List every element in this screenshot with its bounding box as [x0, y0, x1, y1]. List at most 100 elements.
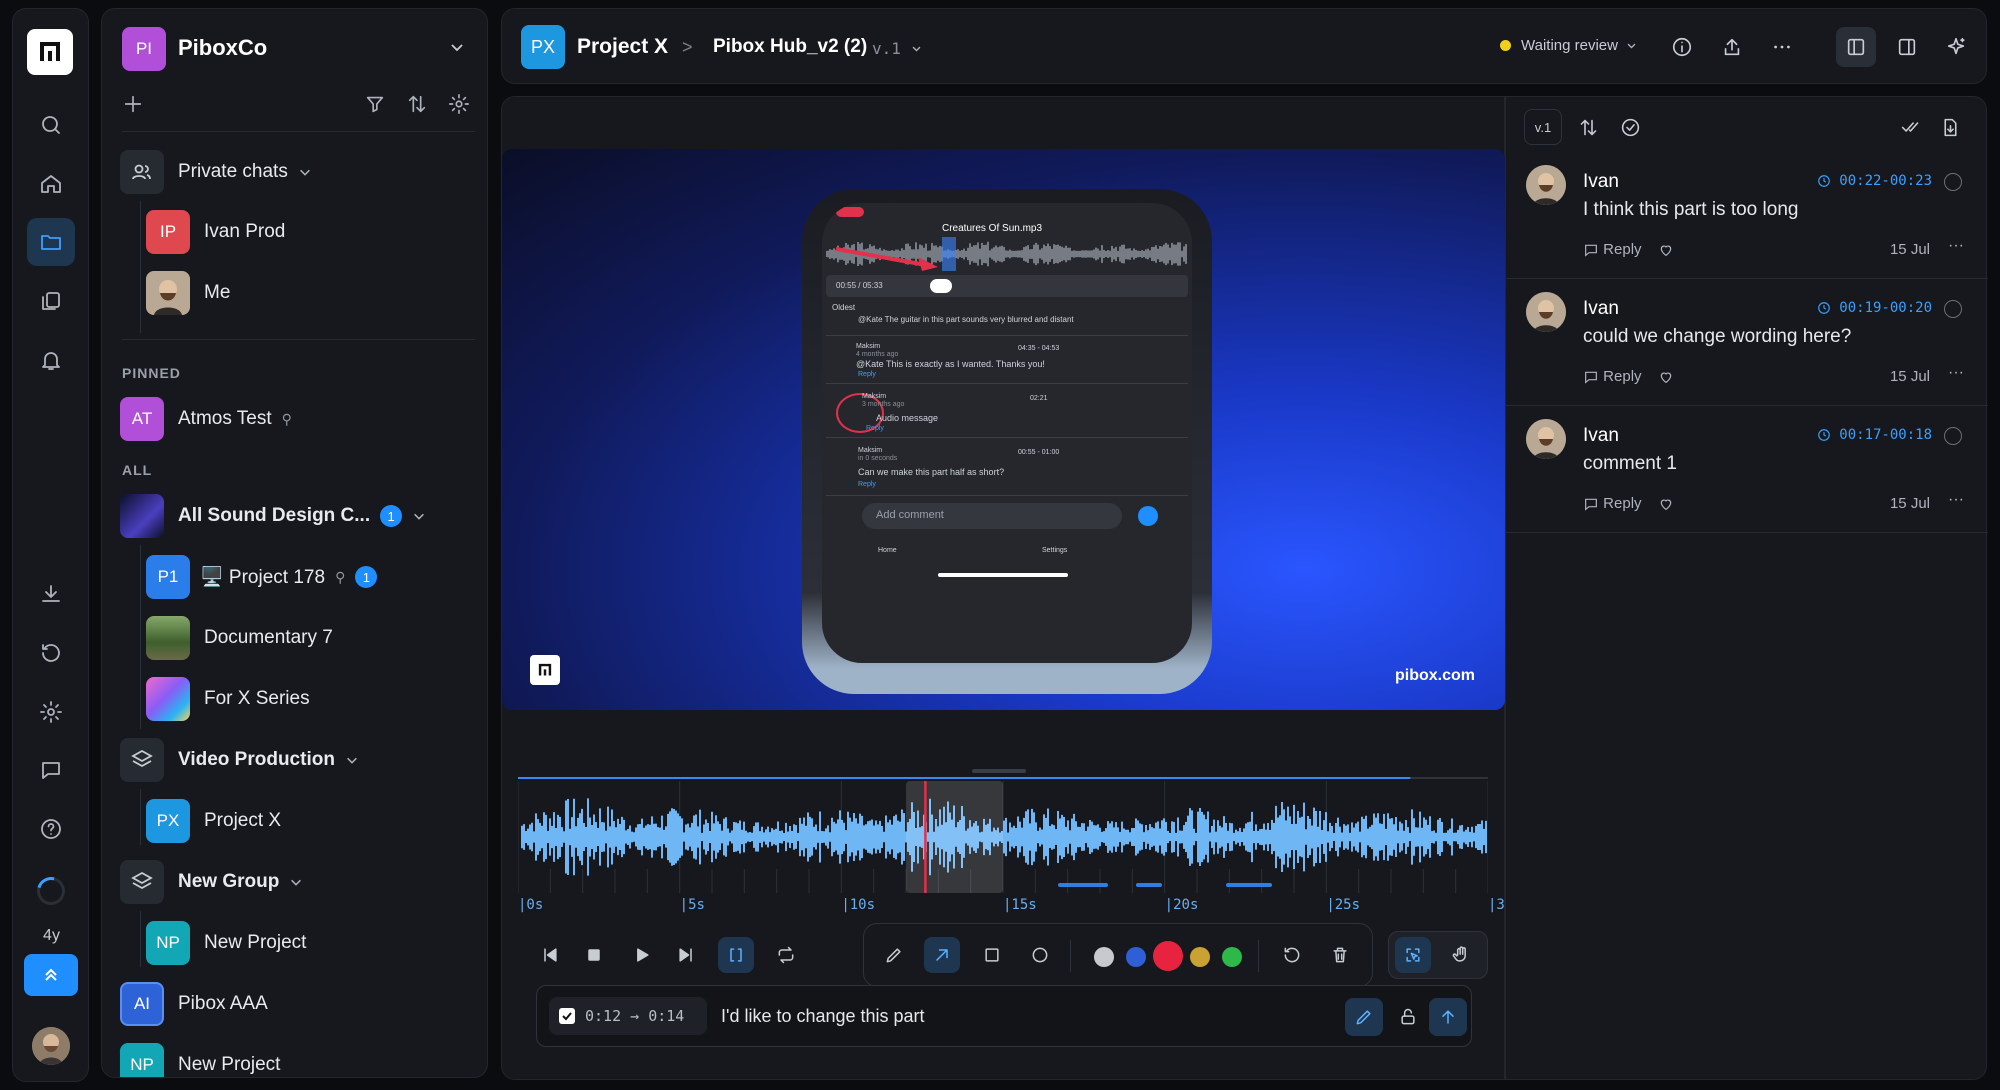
breadcrumb-file[interactable]: Pibox Hub_v2 (2): [713, 36, 867, 58]
more-icon[interactable]: ···: [1948, 364, 1964, 382]
color-swatch-green[interactable]: [1222, 947, 1242, 967]
group-all-sound-design[interactable]: All Sound Design C... 1: [120, 490, 475, 542]
color-swatch-yellow[interactable]: [1190, 947, 1210, 967]
comment-timecode[interactable]: 00:22-00:23: [1817, 173, 1932, 189]
share-icon[interactable]: [1712, 27, 1752, 67]
sidebar-item-me[interactable]: Me: [146, 267, 475, 319]
settings-icon[interactable]: [27, 688, 75, 736]
stop-icon[interactable]: [576, 937, 612, 973]
reply-button[interactable]: Reply: [1583, 241, 1674, 258]
sidebar-item-ivan-prod[interactable]: IP Ivan Prod: [146, 206, 475, 258]
resolve-circle-icon[interactable]: [1944, 427, 1962, 445]
double-check-icon[interactable]: [1896, 113, 1924, 141]
status-dropdown[interactable]: Waiting review: [1500, 37, 1637, 54]
lock-icon[interactable]: [1389, 998, 1427, 1036]
gear-icon[interactable]: [448, 93, 470, 120]
sidebar-item-documentary-7[interactable]: Documentary 7: [146, 612, 475, 664]
group-new-group[interactable]: New Group: [120, 856, 475, 908]
users-icon: [120, 150, 164, 194]
sidebar-item-project-178[interactable]: P1 🖥️ Project 178 ⚲ 1: [146, 551, 475, 603]
collapse-up-button[interactable]: [24, 954, 78, 996]
plus-icon[interactable]: [122, 93, 144, 120]
chevron-down-icon[interactable]: [289, 875, 303, 889]
color-swatch-blue[interactable]: [1126, 947, 1146, 967]
circle-icon[interactable]: [1022, 937, 1058, 973]
resolve-circle-icon[interactable]: [1944, 300, 1962, 318]
rectangle-icon[interactable]: [974, 937, 1010, 973]
comment-input[interactable]: I'd like to change this part: [721, 1006, 925, 1027]
info-icon[interactable]: [1662, 27, 1702, 67]
breadcrumb-project[interactable]: Project X: [577, 35, 668, 59]
sort-icon[interactable]: [406, 93, 428, 120]
reply-button[interactable]: Reply: [1583, 495, 1674, 512]
chevron-down-icon[interactable]: [345, 753, 359, 767]
loop-icon[interactable]: [768, 937, 804, 973]
play-icon[interactable]: [624, 937, 660, 973]
folder-icon[interactable]: [27, 218, 75, 266]
more-icon[interactable]: ···: [1948, 491, 1964, 509]
sidebar-item-new-project-2[interactable]: NP New Project: [120, 1039, 475, 1077]
workspace-name[interactable]: PiboxCo: [178, 35, 267, 61]
pencil-icon[interactable]: [876, 937, 912, 973]
chat-icon[interactable]: [27, 746, 75, 794]
color-swatch-red[interactable]: [1153, 941, 1183, 971]
comment-timecode[interactable]: 00:19-00:20: [1817, 300, 1932, 316]
sparkles-icon[interactable]: [1936, 27, 1976, 67]
timeline-tick-label: |10s: [841, 897, 876, 913]
copy-icon[interactable]: [27, 277, 75, 325]
help-icon[interactable]: [27, 805, 75, 853]
range-select-icon[interactable]: [718, 937, 754, 973]
filter-icon[interactable]: [364, 93, 386, 120]
comment-item[interactable]: Ivan 00:19-00:20 could we change wording…: [1506, 280, 1988, 406]
version-filter[interactable]: v.1: [1524, 109, 1562, 145]
hand-icon[interactable]: [1443, 937, 1479, 973]
home-icon[interactable]: [27, 160, 75, 208]
heart-icon[interactable]: [1658, 369, 1674, 385]
reply-button[interactable]: Reply: [1583, 368, 1674, 385]
send-button[interactable]: [1429, 998, 1467, 1036]
select-cursor-icon[interactable]: [1395, 937, 1431, 973]
sidebar-item-project-x[interactable]: PX Project X: [146, 795, 475, 847]
more-icon[interactable]: [1762, 27, 1802, 67]
sidebar-item-new-project[interactable]: NP New Project: [146, 917, 475, 969]
download-icon[interactable]: [27, 570, 75, 618]
pibox-logo[interactable]: [27, 29, 73, 75]
chevron-down-icon[interactable]: [449, 39, 465, 60]
comment-item[interactable]: Ivan 00:22-00:23 I think this part is to…: [1506, 153, 1988, 279]
check-circle-icon[interactable]: [1616, 113, 1644, 141]
bell-icon[interactable]: [27, 336, 75, 384]
trash-icon[interactable]: [1322, 937, 1358, 973]
resolve-circle-icon[interactable]: [1944, 173, 1962, 191]
sidebar-item-pibox-aaa[interactable]: AI Pibox AAA: [120, 978, 475, 1030]
private-chats-header[interactable]: Private chats: [120, 146, 475, 198]
chevron-down-icon[interactable]: [412, 509, 426, 523]
pencil-icon[interactable]: [1345, 998, 1383, 1036]
search-icon[interactable]: [27, 101, 75, 149]
sidebar-item-for-x-series[interactable]: For X Series: [146, 673, 475, 725]
comment-timecode[interactable]: 00:17-00:18: [1817, 427, 1932, 443]
checkbox[interactable]: [559, 1008, 575, 1024]
comment-range-toggle[interactable]: 0:12 → 0:14: [549, 997, 707, 1035]
comment-item[interactable]: Ivan 00:17-00:18 comment 1 Reply 15 Jul …: [1506, 407, 1988, 533]
audio-timeline[interactable]: [518, 769, 1488, 909]
user-avatar[interactable]: [32, 1027, 70, 1065]
layout-sidebar-icon[interactable]: [1836, 27, 1876, 67]
pin-icon: ⚲: [335, 568, 346, 585]
group-video-production[interactable]: Video Production: [120, 734, 475, 786]
skip-back-icon[interactable]: [532, 937, 568, 973]
color-swatch-gray[interactable]: [1094, 947, 1114, 967]
export-icon[interactable]: [1936, 113, 1964, 141]
sidebar-item-atmos-test[interactable]: AT Atmos Test ⚲: [120, 393, 475, 445]
heart-icon[interactable]: [1658, 496, 1674, 512]
undo-icon[interactable]: [1274, 937, 1310, 973]
comment-range: 00:22-00:23: [1839, 173, 1932, 189]
arrow-icon[interactable]: [924, 937, 960, 973]
layout-split-icon[interactable]: [1887, 27, 1927, 67]
heart-icon[interactable]: [1658, 242, 1674, 258]
sort-icon[interactable]: [1574, 113, 1602, 141]
video-frame[interactable]: Creatures Of Sun.mp3 00:55 / 05:33 Oldes…: [502, 149, 1505, 710]
history-icon[interactable]: [27, 629, 75, 677]
more-icon[interactable]: ···: [1948, 237, 1964, 255]
version-selector[interactable]: v.1: [872, 39, 922, 58]
skip-forward-icon[interactable]: [668, 937, 704, 973]
